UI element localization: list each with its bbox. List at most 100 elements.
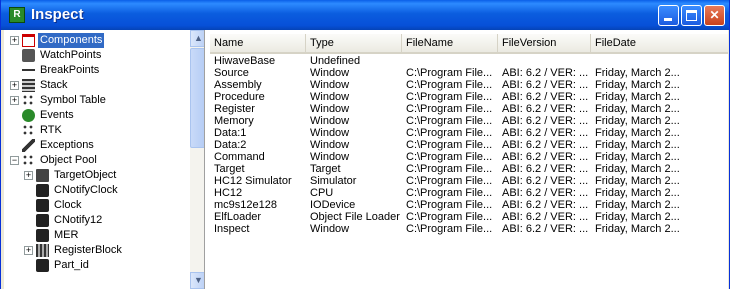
column-header-name[interactable]: Name	[210, 34, 306, 52]
cell-type: Window	[310, 139, 350, 151]
cell-filedate: Friday, March 2...	[595, 67, 680, 79]
cell-filename: C:\Program File...	[406, 223, 493, 235]
cell-name: ElfLoader	[214, 211, 262, 223]
title-bar[interactable]: R Inspect ✕	[1, 0, 729, 30]
symbol-table-icon	[22, 94, 35, 107]
cell-type: IODevice	[310, 199, 356, 211]
register-block-icon	[36, 244, 49, 257]
tree-item-registerblock[interactable]: + RegisterBlock	[4, 243, 190, 258]
cell-type: Window	[310, 91, 350, 103]
cell-name: Data:2	[214, 139, 247, 151]
cell-filename: C:\Program File...	[406, 211, 493, 223]
cell-filedate: Friday, March 2...	[595, 163, 680, 175]
table-row[interactable]: Data:2 Window C:\Program File... ABI: 6.2 /…	[210, 139, 728, 151]
tree-item-components[interactable]: + Components	[4, 33, 190, 48]
cell-filename: C:\Program File...	[406, 127, 493, 139]
cell-type: Object File Loader	[310, 211, 400, 223]
object-icon	[36, 259, 49, 272]
window-title: Inspect	[31, 6, 84, 23]
table-row[interactable]: Register Window C:\Program File... ABI: 6.2…	[210, 103, 728, 115]
expand-icon[interactable]: +	[10, 36, 19, 45]
collapse-icon[interactable]: −	[10, 156, 19, 165]
cell-filename: C:\Program File...	[406, 91, 493, 103]
events-icon	[22, 109, 35, 122]
cell-type: Window	[310, 223, 350, 235]
tree-item-object-pool[interactable]: − Object Pool	[4, 153, 190, 168]
tree-item-label: RTK	[40, 124, 62, 136]
tree-item-stack[interactable]: + Stack	[4, 78, 190, 93]
table-row[interactable]: Target Target C:\Program File... ABI: 6.2 /…	[210, 163, 728, 175]
table-row[interactable]: ElfLoader Object File Loader C:\Program Fi…	[210, 211, 728, 223]
table-row[interactable]: Inspect Window C:\Program File... ABI: 6.2 …	[210, 223, 728, 235]
object-pool-icon	[22, 154, 35, 167]
cell-name: Procedure	[214, 91, 265, 103]
close-button[interactable]: ✕	[704, 5, 725, 26]
exceptions-icon	[22, 139, 35, 152]
table-row[interactable]: Data:1 Window C:\Program File... ABI: 6.2 /…	[210, 127, 728, 139]
tree-item-mer[interactable]: MER	[4, 228, 190, 243]
column-header-filedate[interactable]: FileDate	[591, 34, 728, 52]
tree-item-label: CNotifyClock	[54, 184, 118, 196]
cell-filename: C:\Program File...	[406, 115, 493, 127]
tree-item-label: WatchPoints	[40, 49, 102, 61]
cell-filedate: Friday, March 2...	[595, 127, 680, 139]
cell-filedate: Friday, March 2...	[595, 115, 680, 127]
tree-item-label: RegisterBlock	[54, 244, 122, 256]
tree-item-label: Part_id	[54, 259, 89, 271]
table-row[interactable]: Source Window C:\Program File... ABI: 6.2 /…	[210, 67, 728, 79]
tree-item-clock[interactable]: Clock	[4, 198, 190, 213]
cell-fileversion: ABI: 6.2 / VER: ...	[502, 151, 589, 163]
table-row[interactable]: mc9s12e128 IODevice C:\Program File... ABI:…	[210, 199, 728, 211]
scroll-thumb[interactable]	[190, 48, 204, 148]
tree-item-exceptions[interactable]: Exceptions	[4, 138, 190, 153]
list-header: Name Type FileName FileVersion FileDate	[210, 34, 728, 54]
tree-item-watchpoints[interactable]: WatchPoints	[4, 48, 190, 63]
column-header-filename[interactable]: FileName	[402, 34, 498, 52]
column-header-fileversion[interactable]: FileVersion	[498, 34, 591, 52]
tree-item-events[interactable]: Events	[4, 108, 190, 123]
tree-item-label: BreakPoints	[40, 64, 100, 76]
details-list: Name Type FileName FileVersion FileDate …	[210, 30, 728, 289]
expand-icon[interactable]: +	[24, 246, 33, 255]
cell-fileversion: ABI: 6.2 / VER: ...	[502, 115, 589, 127]
expand-icon[interactable]: +	[10, 81, 19, 90]
cell-filedate: Friday, March 2...	[595, 211, 680, 223]
expand-icon[interactable]: +	[24, 171, 33, 180]
cell-filename: C:\Program File...	[406, 151, 493, 163]
tree-scrollbar[interactable]: ▲ ▼	[190, 30, 204, 289]
tree-item-cnotify12[interactable]: CNotify12	[4, 213, 190, 228]
cell-fileversion: ABI: 6.2 / VER: ...	[502, 67, 589, 79]
scroll-down-button[interactable]: ▼	[190, 272, 204, 289]
cell-name: HC12	[214, 187, 243, 199]
list-rows: HiwaveBase Undefined Source Window C:\Progra…	[210, 55, 728, 235]
cell-name: HC12 Simulator	[214, 175, 292, 187]
tree-item-symbol-table[interactable]: + Symbol Table	[4, 93, 190, 108]
column-header-type[interactable]: Type	[306, 34, 402, 52]
maximize-button[interactable]	[681, 5, 702, 26]
tree-item-part-id[interactable]: Part_id	[4, 258, 190, 273]
tree-item-targetobject[interactable]: + TargetObject	[4, 168, 190, 183]
table-row[interactable]: Assembly Window C:\Program File... ABI: 6.2…	[210, 79, 728, 91]
tree-item-rtk[interactable]: RTK	[4, 123, 190, 138]
tree-item-cnotifyclock[interactable]: CNotifyClock	[4, 183, 190, 198]
tree-item-label: Components	[38, 33, 105, 48]
minimize-button[interactable]	[658, 5, 679, 26]
table-row[interactable]: Command Window C:\Program File... ABI: 6.2 …	[210, 151, 728, 163]
component-tree: Part_id + RegisterBlock MER CNotify12 Clock CN…	[4, 30, 205, 289]
table-row[interactable]: HC12 Simulator Simulator C:\Program File..…	[210, 175, 728, 187]
table-row[interactable]: Memory Window C:\Program File... ABI: 6.2 /…	[210, 115, 728, 127]
cell-type: Simulator	[310, 175, 357, 187]
tree-item-breakpoints[interactable]: BreakPoints	[4, 63, 190, 78]
cell-type: Window	[310, 127, 350, 139]
cell-filedate: Friday, March 2...	[595, 175, 680, 187]
table-row[interactable]: HiwaveBase Undefined	[210, 55, 728, 67]
cell-name: Inspect	[214, 223, 250, 235]
table-row[interactable]: Procedure Window C:\Program File... ABI: 6.…	[210, 91, 728, 103]
scroll-up-button[interactable]: ▲	[190, 30, 204, 47]
cell-fileversion: ABI: 6.2 / VER: ...	[502, 91, 589, 103]
cell-fileversion: ABI: 6.2 / VER: ...	[502, 175, 589, 187]
inspect-window: R Inspect ✕ Part_id + RegisterBlock MER CNot…	[0, 0, 730, 289]
cell-fileversion: ABI: 6.2 / VER: ...	[502, 103, 589, 115]
table-row[interactable]: HC12 CPU C:\Program File... ABI: 6.2 / VER:…	[210, 187, 728, 199]
expand-icon[interactable]: +	[10, 96, 19, 105]
